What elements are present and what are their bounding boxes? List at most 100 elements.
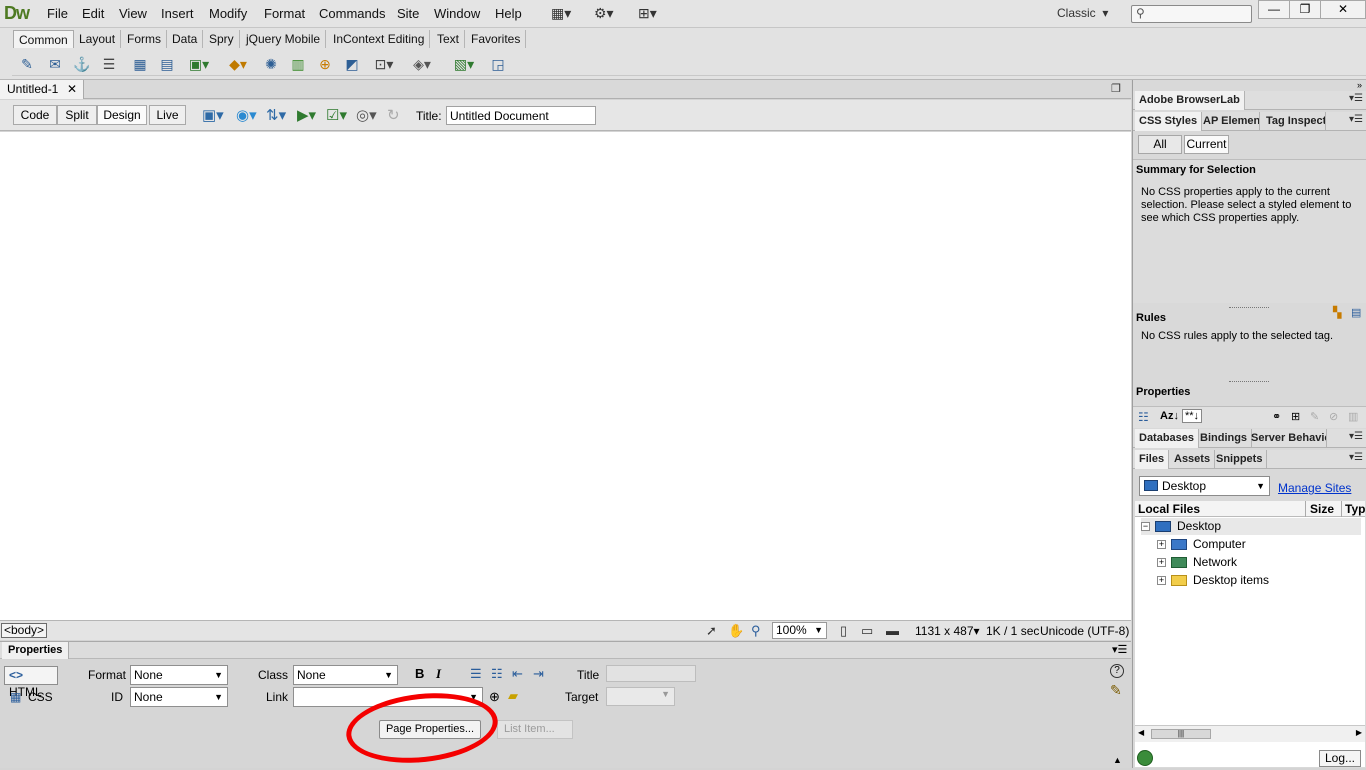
- horizontal-scrollbar[interactable]: ◀ ||| ▶: [1135, 725, 1365, 742]
- expand-toggle[interactable]: +: [1157, 540, 1166, 549]
- insert-tab-incontext-editing[interactable]: InContext Editing: [328, 30, 431, 48]
- expand-toggle[interactable]: +: [1157, 558, 1166, 567]
- design-canvas[interactable]: [0, 132, 1131, 620]
- panel-menu-icon[interactable]: ▾☰: [1349, 93, 1363, 104]
- size-column[interactable]: Size: [1305, 501, 1341, 517]
- scroll-right-icon[interactable]: ▶: [1356, 728, 1362, 737]
- title-attr-input[interactable]: [606, 665, 696, 682]
- named-anchor-icon[interactable]: ⚓: [73, 55, 91, 73]
- hyperlink-icon[interactable]: ✎: [18, 55, 36, 73]
- menu-window[interactable]: Window: [434, 6, 480, 21]
- menu-insert[interactable]: Insert: [161, 6, 194, 21]
- insert-tab-common[interactable]: Common: [13, 30, 74, 48]
- close-tab-icon[interactable]: ✕: [67, 80, 77, 98]
- css-styles-tab[interactable]: CSS Styles: [1135, 112, 1203, 131]
- splitter-grip[interactable]: [1229, 307, 1269, 309]
- help-icon[interactable]: ?: [1110, 664, 1124, 678]
- images-icon[interactable]: ▣▾: [186, 55, 212, 73]
- select-tool-icon[interactable]: ➚: [706, 623, 717, 639]
- delete-rule-icon[interactable]: ▥: [1348, 410, 1358, 423]
- multiscreen-icon[interactable]: ▣▾: [202, 106, 224, 124]
- show-information-icon[interactable]: ▤: [1351, 306, 1361, 319]
- zoom-tool-icon[interactable]: ⚲: [751, 623, 761, 639]
- insert-tab-spry[interactable]: Spry: [204, 30, 240, 48]
- ordered-list-icon[interactable]: ☷: [491, 666, 503, 682]
- menu-modify[interactable]: Modify: [209, 6, 247, 21]
- tree-item-desktop-items[interactable]: + Desktop items: [1157, 572, 1357, 589]
- div-icon[interactable]: ▤: [158, 55, 176, 73]
- local-files-column[interactable]: Local Files: [1138, 501, 1200, 517]
- panel-menu-icon[interactable]: ▾☰: [1349, 452, 1363, 463]
- files-tab[interactable]: Files: [1135, 450, 1170, 469]
- panel-menu-icon[interactable]: ▾☰: [1349, 431, 1363, 442]
- browserlab-tab[interactable]: Adobe BrowserLab: [1135, 91, 1245, 110]
- insert-tab-data[interactable]: Data: [167, 30, 204, 48]
- server-behaviors-tab[interactable]: Server Behaviors: [1247, 429, 1327, 448]
- tree-item-network[interactable]: + Network: [1157, 554, 1357, 571]
- script-icon[interactable]: ◈▾: [408, 55, 436, 73]
- target-select[interactable]: ▼: [606, 687, 675, 706]
- quick-tag-editor-icon[interactable]: ✎: [1110, 682, 1122, 699]
- layout-icon[interactable]: ▦▾: [551, 5, 571, 22]
- css-mode-button[interactable]: ▦ CSS: [10, 690, 53, 704]
- preview-browser-icon[interactable]: ◉▾: [236, 106, 257, 124]
- tree-item-computer[interactable]: + Computer: [1157, 536, 1357, 553]
- css-all-button[interactable]: All: [1138, 135, 1182, 154]
- desktop-size-icon[interactable]: ▬: [886, 623, 899, 638]
- menu-view[interactable]: View: [119, 6, 147, 21]
- menu-edit[interactable]: Edit: [82, 6, 104, 21]
- type-column[interactable]: Typ: [1341, 501, 1365, 517]
- insert-tab-jquery-mobile[interactable]: jQuery Mobile: [241, 30, 327, 48]
- edit-rule-icon[interactable]: ✎: [1310, 410, 1319, 423]
- menu-site[interactable]: Site: [397, 6, 419, 21]
- check-browser-compatibility-icon[interactable]: ☑▾: [326, 106, 347, 124]
- insert-tab-text[interactable]: Text: [432, 30, 466, 48]
- new-css-rule-icon[interactable]: ⊞: [1291, 410, 1300, 423]
- unordered-list-icon[interactable]: ☰: [470, 666, 482, 682]
- tablet-size-icon[interactable]: ▭: [861, 623, 873, 639]
- media-icon[interactable]: ◆▾: [225, 55, 251, 73]
- collapse-panels-icon[interactable]: »: [1357, 80, 1362, 90]
- tag-chooser-icon[interactable]: ◲: [489, 55, 507, 73]
- scrollbar-thumb[interactable]: |||: [1151, 729, 1211, 739]
- date-icon[interactable]: ▥: [289, 55, 307, 73]
- design-view-button[interactable]: Design: [97, 105, 147, 125]
- collapse-toggle[interactable]: −: [1141, 522, 1150, 531]
- panel-menu-icon[interactable]: ▾☰: [1112, 643, 1127, 656]
- manage-sites-link[interactable]: Manage Sites: [1278, 481, 1351, 495]
- id-select[interactable]: None ▼: [130, 687, 228, 707]
- panel-menu-icon[interactable]: ▾☰: [1349, 114, 1363, 125]
- menu-help[interactable]: Help: [495, 6, 522, 21]
- disable-property-icon[interactable]: ⊘: [1329, 410, 1338, 423]
- html-mode-button[interactable]: <> HTML: [4, 666, 58, 699]
- scroll-left-icon[interactable]: ◀: [1138, 728, 1144, 737]
- w3c-validation-icon[interactable]: ▶▾: [297, 106, 316, 124]
- tag-selector-body[interactable]: <body>: [1, 623, 48, 638]
- minimize-button[interactable]: —: [1258, 0, 1290, 19]
- css-current-button[interactable]: Current: [1184, 135, 1229, 154]
- snippets-tab[interactable]: Snippets: [1212, 450, 1268, 469]
- templates-icon[interactable]: ▧▾: [451, 55, 477, 73]
- attach-stylesheet-icon[interactable]: ⚭: [1272, 410, 1281, 423]
- show-cascade-icon[interactable]: ▚: [1333, 306, 1341, 319]
- list-item-button[interactable]: List Item...: [497, 720, 573, 739]
- tree-item-desktop[interactable]: − Desktop: [1141, 518, 1361, 535]
- expand-toggle[interactable]: +: [1157, 576, 1166, 585]
- widget-icon[interactable]: ✺: [262, 55, 280, 73]
- menu-commands[interactable]: Commands: [319, 6, 385, 21]
- visual-aids-icon[interactable]: ◎▾: [356, 106, 377, 124]
- collapse-arrow-icon[interactable]: ▲: [1113, 755, 1122, 765]
- workspace-switcher[interactable]: Classic ▾: [1057, 6, 1108, 20]
- table-icon[interactable]: ▦: [131, 55, 149, 73]
- outdent-icon[interactable]: ⇤: [512, 666, 523, 682]
- document-title-input[interactable]: [446, 106, 596, 125]
- bold-button[interactable]: B: [415, 666, 424, 681]
- mobile-size-icon[interactable]: ▯: [840, 623, 847, 639]
- insert-tab-favorites[interactable]: Favorites: [466, 30, 527, 48]
- globe-icon[interactable]: [1137, 750, 1153, 766]
- window-size[interactable]: 1131 x 487▾: [915, 624, 980, 638]
- indent-icon[interactable]: ⇥: [533, 666, 544, 682]
- code-view-button[interactable]: Code: [13, 105, 57, 125]
- tag-inspector-tab[interactable]: Tag Inspector: [1262, 112, 1326, 131]
- databases-tab[interactable]: Databases: [1135, 429, 1200, 448]
